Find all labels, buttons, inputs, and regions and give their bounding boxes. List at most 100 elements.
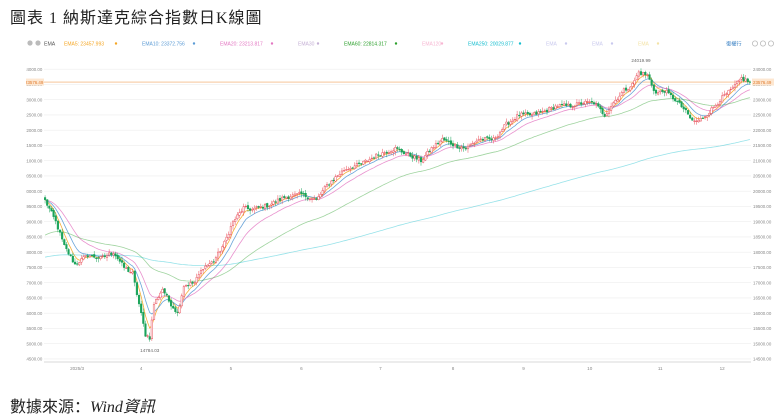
- candle-body: [357, 162, 361, 164]
- candle-body: [419, 157, 423, 163]
- candle-body: [528, 112, 531, 116]
- candle-body: [592, 102, 596, 105]
- candle: [148, 332, 151, 342]
- candle: [567, 101, 570, 106]
- candle-body: [550, 107, 553, 109]
- candle-body: [575, 102, 578, 106]
- zoom-control-icon[interactable]: [760, 40, 767, 47]
- candle: [543, 108, 546, 113]
- candle-body: [69, 254, 72, 257]
- candle-body: [635, 75, 638, 81]
- candle: [451, 140, 455, 150]
- candle-body: [208, 263, 211, 266]
- candle: [377, 151, 380, 160]
- candle: [80, 255, 83, 266]
- indicator-item[interactable]: EMA: [592, 42, 604, 48]
- indicator-item[interactable]: EMA60: 22814.317: [344, 42, 387, 48]
- candle-body: [426, 151, 429, 156]
- candle: [471, 140, 474, 146]
- candle-body: [490, 138, 493, 140]
- candle-body: [742, 76, 745, 82]
- candle-body: [387, 152, 391, 154]
- candle: [383, 150, 386, 156]
- candle-body: [110, 252, 113, 255]
- candle-body: [434, 143, 438, 149]
- candle-body: [90, 254, 94, 256]
- candle-body: [176, 311, 179, 313]
- y-tick-label-right: 14500.00: [753, 357, 772, 362]
- candle: [343, 167, 346, 172]
- candle-body: [343, 170, 346, 172]
- candle-body: [56, 220, 59, 230]
- candle-body: [565, 103, 568, 106]
- candle-body: [595, 103, 598, 105]
- candle-body: [281, 196, 284, 201]
- candle-body: [637, 71, 640, 77]
- candle: [159, 290, 162, 301]
- candle-body: [738, 79, 741, 82]
- y-tick-label-left: 19000.00: [26, 219, 43, 224]
- candle-body: [152, 304, 156, 320]
- candle-body: [526, 112, 529, 114]
- indicator-item[interactable]: EMA30: [298, 42, 315, 48]
- candle: [614, 96, 617, 105]
- candle: [368, 156, 371, 164]
- candle: [701, 116, 705, 119]
- candle: [317, 193, 320, 201]
- candle: [569, 102, 572, 109]
- candle: [496, 134, 499, 141]
- indicator-item[interactable]: EMA120: [422, 42, 441, 48]
- candle-body: [353, 165, 356, 169]
- candle-body: [377, 154, 380, 156]
- settings-dot-icon[interactable]: [35, 40, 41, 46]
- indicator-item[interactable]: EMA: [638, 42, 650, 48]
- reset-button[interactable]: 復權行: [726, 40, 742, 48]
- candle-body: [82, 256, 85, 260]
- candle-body: [695, 120, 698, 122]
- candle-body: [268, 205, 271, 207]
- candle: [592, 100, 596, 106]
- candle-body: [287, 196, 290, 199]
- indicator-item[interactable]: EMA5: 23457.993: [64, 42, 104, 48]
- candle-body: [178, 305, 181, 314]
- candle-body: [189, 282, 192, 286]
- candle-body: [202, 269, 205, 271]
- candle-body: [624, 87, 628, 91]
- candle: [597, 101, 600, 108]
- candle-body: [86, 255, 89, 258]
- y-tick-label-left: 14500.00: [26, 357, 43, 362]
- x-tick-label: 8: [452, 366, 455, 371]
- candle-body: [242, 206, 245, 213]
- zoom-control-icon[interactable]: [752, 40, 759, 47]
- indicator-item[interactable]: EMA250: 20029.877: [468, 42, 514, 48]
- indicator-item[interactable]: EMA20: 23213.817: [220, 42, 263, 48]
- candle: [182, 285, 185, 299]
- indicator-item[interactable]: EMA: [546, 42, 558, 48]
- candle: [225, 233, 228, 244]
- settings-dot-icon[interactable]: [27, 40, 33, 46]
- candle-body: [639, 71, 643, 75]
- candle: [746, 77, 749, 84]
- candle-body: [437, 142, 440, 145]
- candle-body: [733, 83, 737, 89]
- zoom-control-icon[interactable]: [768, 40, 775, 47]
- candle-body: [415, 155, 418, 160]
- candle-body: [560, 103, 564, 106]
- candle-body: [321, 190, 324, 195]
- ema-line-ema60: [44, 97, 750, 282]
- y-tick-label-right: 17000.00: [753, 280, 772, 285]
- candle-body: [543, 110, 546, 112]
- candlestick-chart[interactable]: EMA EMA5: 23457.993 EMA10: 23372.756 EMA20:…: [24, 32, 776, 382]
- candle-body: [298, 192, 301, 194]
- indicator-item[interactable]: EMA10: 23372.756: [142, 42, 185, 48]
- candle: [699, 115, 702, 122]
- candle-body: [246, 205, 250, 209]
- candle-body: [362, 160, 365, 165]
- candle-body: [180, 295, 183, 307]
- candle-body: [569, 103, 572, 108]
- candle-body: [603, 113, 606, 117]
- indicator-label[interactable]: EMA: [44, 42, 56, 48]
- candle: [99, 255, 102, 261]
- candle-body: [704, 116, 707, 118]
- candle: [187, 281, 190, 290]
